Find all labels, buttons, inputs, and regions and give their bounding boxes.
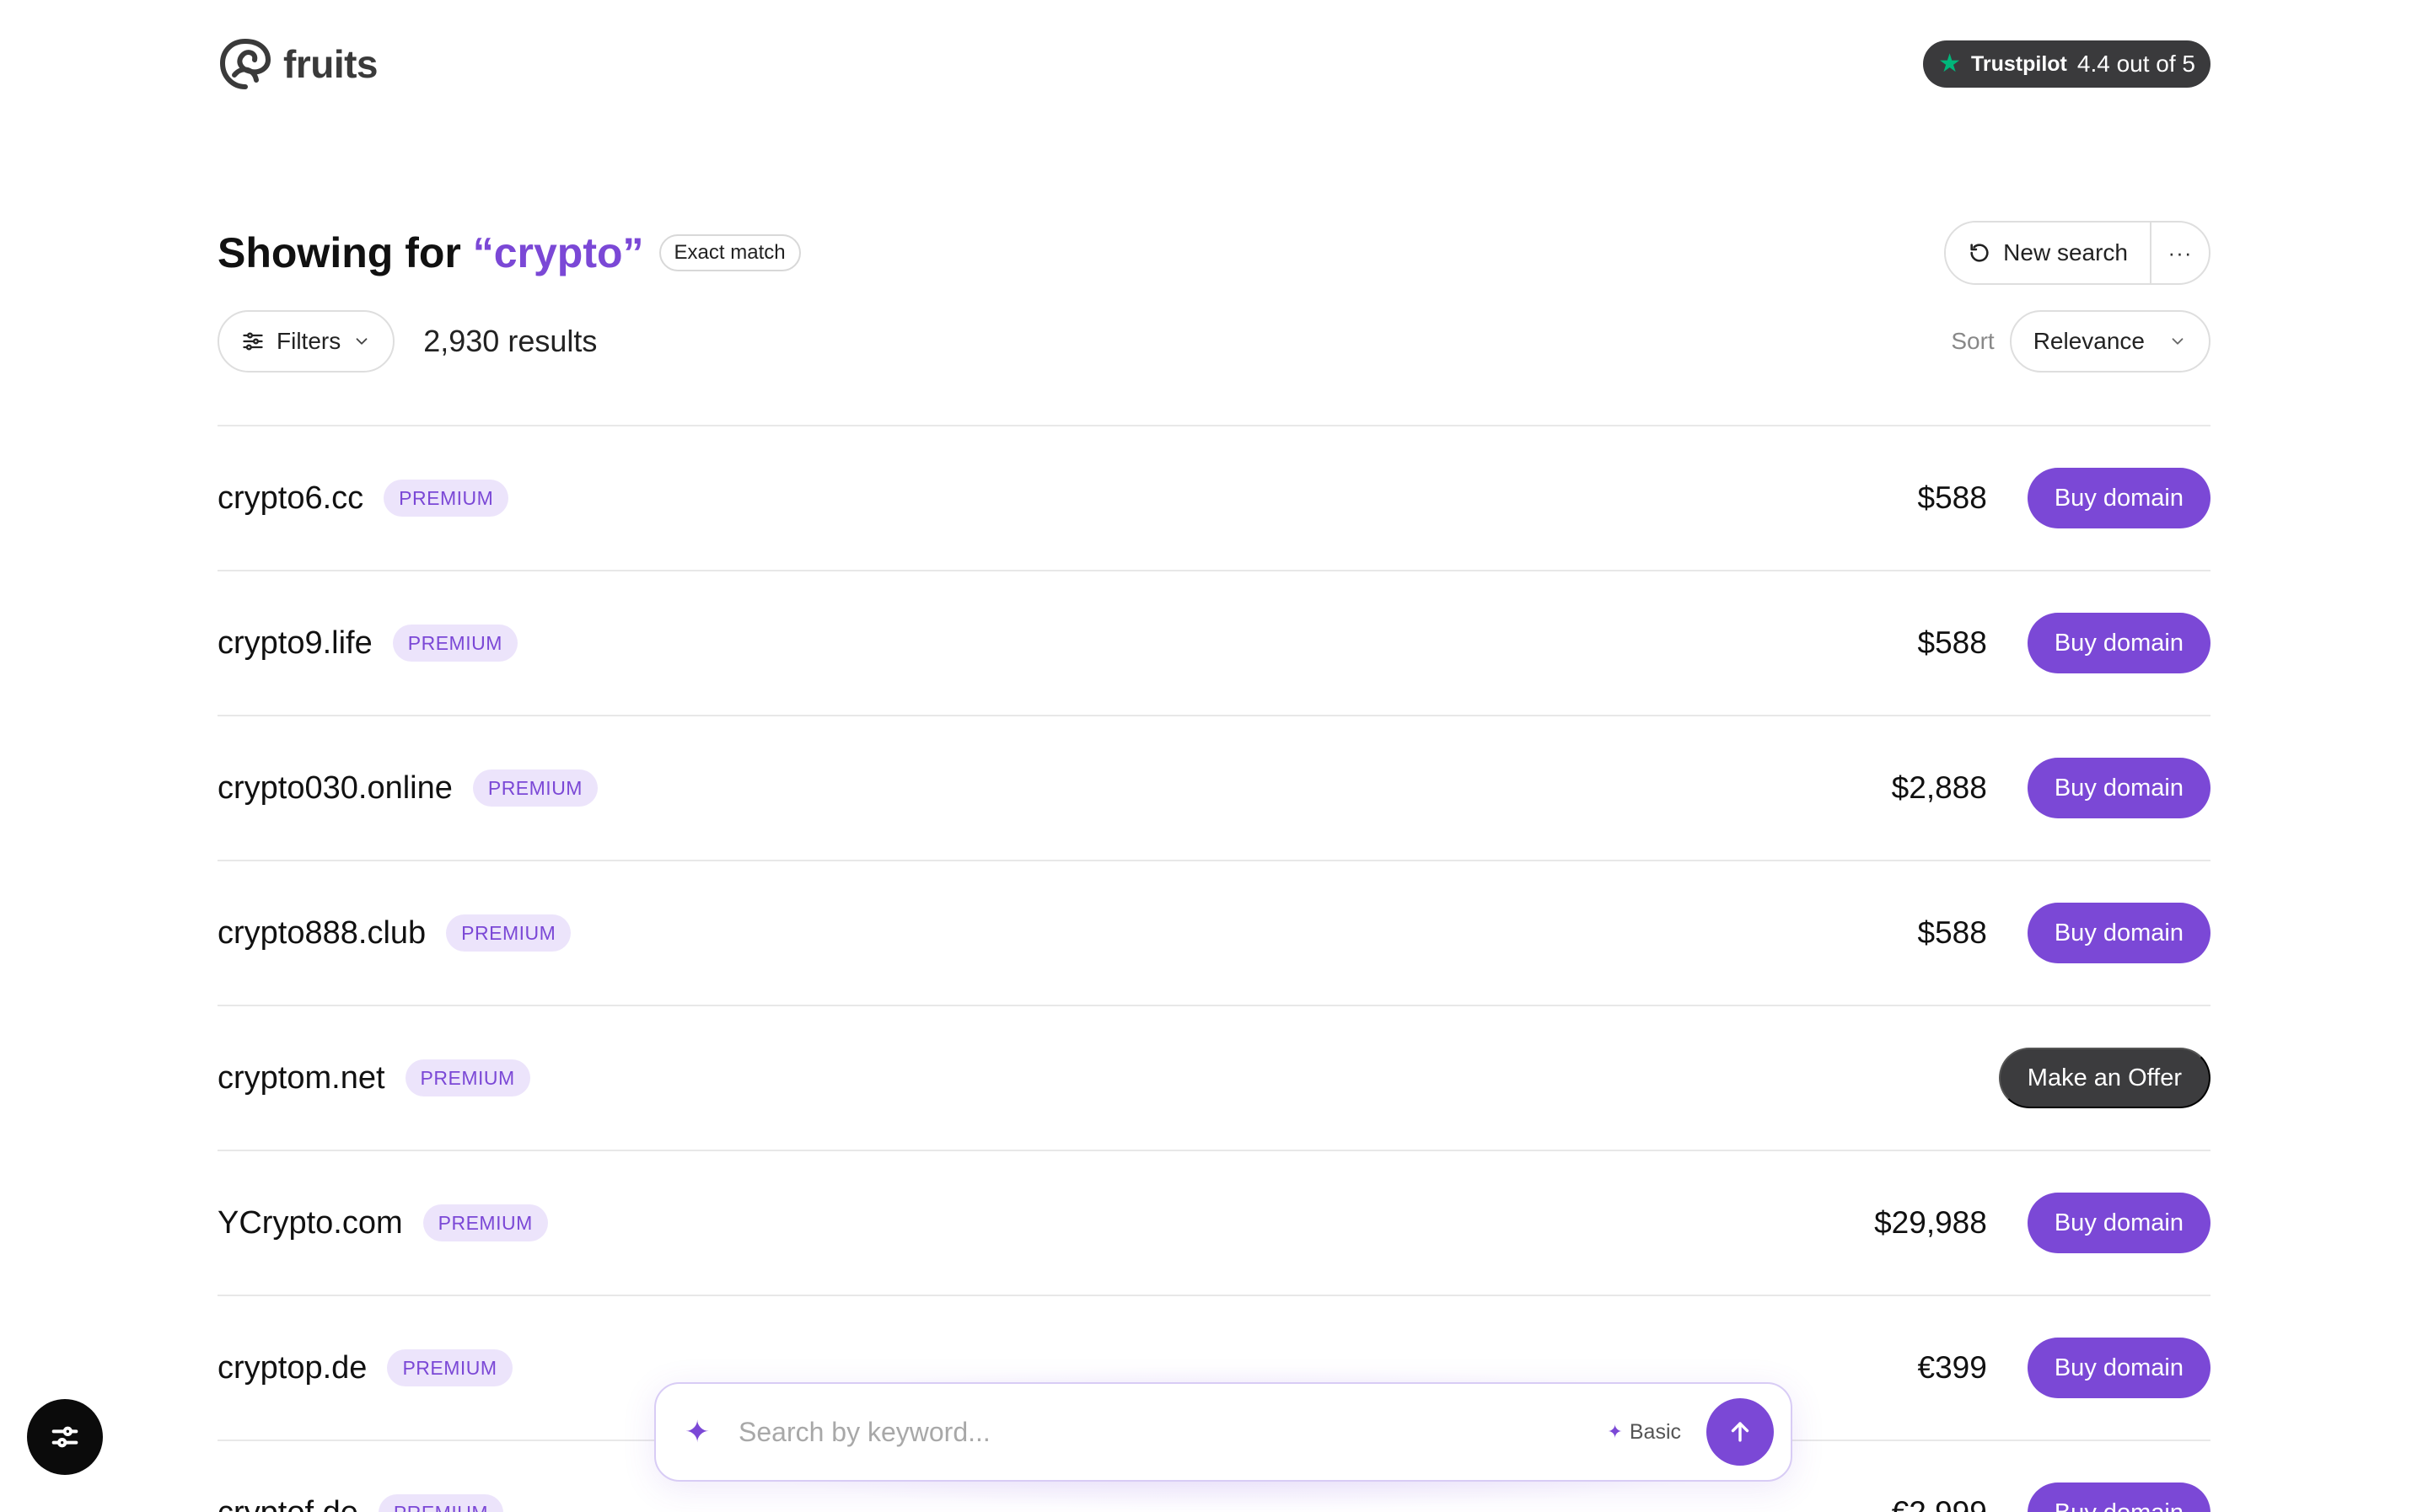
buy-domain-button[interactable]: Buy domain	[2027, 1338, 2210, 1398]
filters-row: Filters 2,930 results Sort Relevance	[218, 310, 2210, 373]
title-group: Showing for “crypto” Exact match	[218, 228, 801, 277]
more-options-button[interactable]: ···	[2150, 223, 2209, 283]
page-title: Showing for “crypto”	[218, 228, 644, 277]
row-left: cryptop.de PREMIUM	[218, 1349, 513, 1386]
row-left: crypto9.life PREMIUM	[218, 625, 518, 662]
new-search-button[interactable]: New search	[1946, 223, 2150, 283]
search-title-row: Showing for “crypto” Exact match New sea…	[218, 221, 2210, 285]
refresh-icon	[1970, 244, 1989, 262]
new-search-label: New search	[2003, 239, 2128, 265]
results-count: 2,930 results	[423, 324, 598, 358]
sparkle-icon: ✦	[685, 1414, 711, 1449]
table-row: crypto9.life PREMIUM $588 Buy domain	[218, 571, 2210, 716]
buy-domain-button[interactable]: Buy domain	[2027, 1483, 2210, 1512]
results-list: crypto6.cc PREMIUM $588 Buy domain crypt…	[218, 425, 2210, 1512]
premium-badge: PREMIUM	[405, 1059, 530, 1096]
buy-domain-button[interactable]: Buy domain	[2027, 1193, 2210, 1253]
domain-name[interactable]: YCrypto.com	[218, 1205, 403, 1241]
table-row: crypto6.cc PREMIUM $588 Buy domain	[218, 426, 2210, 571]
row-left: YCrypto.com PREMIUM	[218, 1204, 548, 1241]
sort-select[interactable]: Relevance	[2009, 310, 2210, 373]
sliders-icon	[243, 332, 263, 351]
row-left: crypto888.club PREMIUM	[218, 914, 572, 952]
buy-domain-button[interactable]: Buy domain	[2027, 758, 2210, 818]
buy-domain-button[interactable]: Buy domain	[2027, 613, 2210, 673]
page: fruits ★ Trustpilot 4.4 out of 5 Showing…	[0, 0, 2428, 1512]
sliders-icon	[51, 1426, 78, 1448]
row-right: $588 Buy domain	[1918, 903, 2210, 963]
search-input[interactable]	[739, 1416, 1608, 1448]
search-mode-toggle[interactable]: ✦ Basic	[1607, 1420, 1681, 1445]
domain-name[interactable]: crypto9.life	[218, 625, 373, 662]
price: €399	[1917, 1350, 1987, 1385]
buy-domain-button[interactable]: Buy domain	[2027, 468, 2210, 528]
search-mode-label: Basic	[1629, 1419, 1681, 1444]
row-right: €2,999 Buy domain	[1892, 1483, 2210, 1512]
price: $2,888	[1891, 770, 1987, 805]
price: $588	[1917, 625, 1987, 660]
filters-label: Filters	[277, 328, 341, 354]
row-left: crypto6.cc PREMIUM	[218, 480, 509, 517]
table-row: crypto888.club PREMIUM $588 Buy domain	[218, 861, 2210, 1006]
premium-badge: PREMIUM	[422, 1204, 548, 1241]
chevron-down-icon	[356, 338, 368, 345]
trustpilot-label: Trustpilot	[1971, 51, 2067, 76]
sparkle-icon: ✦	[1607, 1421, 1623, 1442]
filters-button[interactable]: Filters	[218, 310, 395, 373]
search-actions: New search ···	[1944, 221, 2210, 285]
domain-name[interactable]: cryptof.de	[218, 1495, 358, 1512]
filters-group: Filters 2,930 results	[218, 310, 597, 373]
price: $29,988	[1874, 1205, 1987, 1240]
buy-domain-button[interactable]: Buy domain	[2027, 903, 2210, 963]
row-right: $588 Buy domain	[1918, 613, 2210, 673]
row-left: crypto030.online PREMIUM	[218, 769, 598, 807]
price: €2,999	[1892, 1495, 1987, 1512]
chevron-down-icon	[2172, 338, 2184, 345]
premium-badge: PREMIUM	[387, 1349, 513, 1386]
title-prefix: Showing for	[218, 229, 473, 276]
row-left: cryptom.net PREMIUM	[218, 1059, 530, 1096]
header: fruits ★ Trustpilot 4.4 out of 5	[218, 34, 2210, 94]
row-right: €399 Buy domain	[1918, 1338, 2210, 1398]
arrow-up-icon	[1731, 1422, 1749, 1442]
table-row: crypto030.online PREMIUM $2,888 Buy doma…	[218, 716, 2210, 861]
domain-name[interactable]: cryptop.de	[218, 1350, 367, 1386]
sort-label: Sort	[1951, 328, 1995, 354]
domain-name[interactable]: cryptom.net	[218, 1060, 385, 1096]
fruits-logo-icon	[219, 39, 271, 89]
price: $588	[1917, 480, 1987, 515]
premium-badge: PREMIUM	[392, 625, 518, 662]
search-submit-button[interactable]	[1706, 1398, 1774, 1466]
row-right: $29,988 Buy domain	[1874, 1193, 2210, 1253]
star-icon: ★	[1938, 50, 1961, 78]
trustpilot-badge[interactable]: ★ Trustpilot 4.4 out of 5	[1923, 40, 2210, 88]
row-right: $2,888 Buy domain	[1892, 758, 2210, 818]
price: $588	[1917, 915, 1987, 950]
brand-name: fruits	[283, 42, 379, 86]
premium-badge: PREMIUM	[378, 1494, 503, 1512]
row-left: cryptof.de PREMIUM	[218, 1494, 503, 1512]
row-right: $588 Buy domain	[1918, 468, 2210, 528]
make-offer-button[interactable]: Make an Offer	[1998, 1048, 2210, 1108]
domain-name[interactable]: crypto888.club	[218, 915, 426, 952]
premium-badge: PREMIUM	[446, 914, 572, 952]
sort-value: Relevance	[2033, 328, 2145, 354]
domain-name[interactable]: crypto030.online	[218, 770, 453, 807]
more-icon: ···	[2167, 239, 2193, 265]
logo[interactable]: fruits	[218, 36, 379, 92]
search-query: “crypto”	[472, 229, 644, 276]
exact-match-badge[interactable]: Exact match	[658, 234, 801, 271]
premium-badge: PREMIUM	[472, 769, 598, 807]
table-row: YCrypto.com PREMIUM $29,988 Buy domain	[218, 1151, 2210, 1296]
settings-fab[interactable]	[27, 1399, 103, 1475]
table-row: cryptom.net PREMIUM Make an Offer	[218, 1006, 2210, 1151]
premium-badge: PREMIUM	[384, 480, 509, 517]
domain-name[interactable]: crypto6.cc	[218, 480, 363, 517]
row-right: Make an Offer	[1998, 1048, 2210, 1108]
trustpilot-rating: 4.4 out of 5	[2076, 51, 2195, 77]
floating-search-bar: ✦ ✦ Basic	[654, 1382, 1792, 1482]
sort-group: Sort Relevance	[1951, 310, 2210, 373]
